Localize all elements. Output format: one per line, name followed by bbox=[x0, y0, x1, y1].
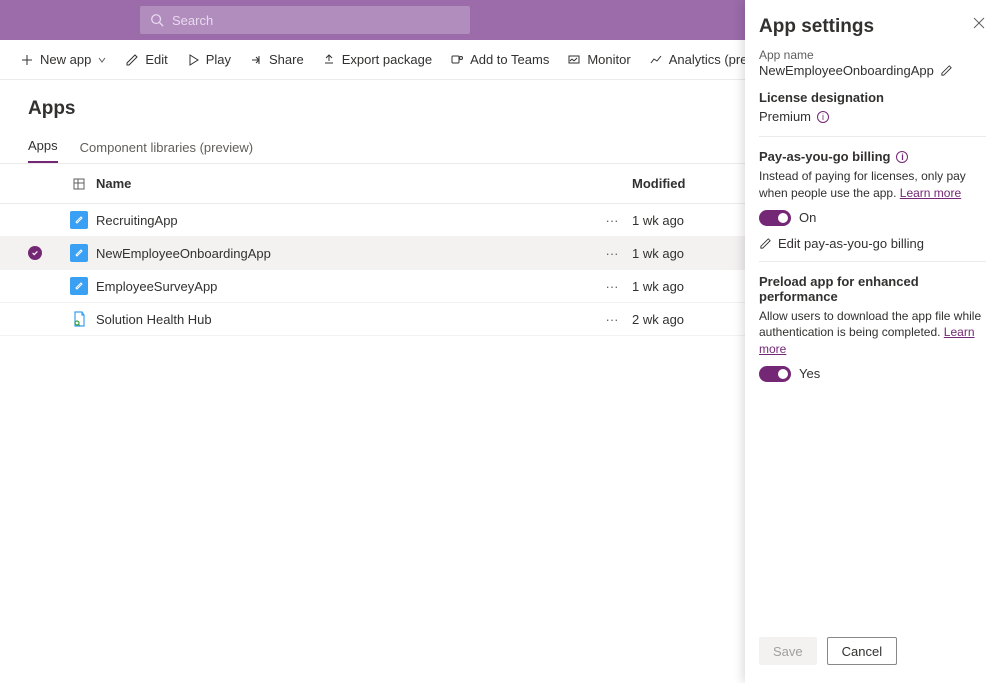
share-button[interactable]: Share bbox=[249, 52, 304, 67]
checkmark-icon bbox=[28, 246, 42, 260]
more-actions-button[interactable]: ··· bbox=[592, 312, 632, 327]
app-name-cell[interactable]: NewEmployeeOnboardingApp bbox=[96, 246, 592, 261]
edit-payg-link[interactable]: Edit pay-as-you-go billing bbox=[759, 236, 986, 251]
share-icon bbox=[249, 53, 263, 67]
app-name-cell[interactable]: Solution Health Hub bbox=[96, 312, 592, 327]
payg-toggle[interactable] bbox=[759, 210, 791, 226]
monitor-button[interactable]: Monitor bbox=[567, 52, 630, 67]
learn-more-link[interactable]: Learn more bbox=[900, 186, 961, 200]
app-settings-panel: App settings App name NewEmployeeOnboard… bbox=[745, 0, 1000, 683]
info-icon[interactable]: i bbox=[817, 111, 829, 123]
preload-title: Preload app for enhanced performance bbox=[759, 274, 986, 304]
app-name-cell[interactable]: RecruitingApp bbox=[96, 213, 592, 228]
tab-component-libraries[interactable]: Component libraries (preview) bbox=[80, 140, 253, 163]
add-to-teams-button[interactable]: Add to Teams bbox=[450, 52, 549, 67]
panel-title: App settings bbox=[759, 16, 874, 38]
search-box[interactable] bbox=[140, 6, 470, 34]
play-icon bbox=[186, 53, 200, 67]
model-app-icon bbox=[70, 310, 88, 328]
license-designation-label: License designation bbox=[759, 90, 986, 105]
column-name[interactable]: Name bbox=[96, 176, 592, 191]
play-button[interactable]: Play bbox=[186, 52, 231, 67]
license-designation-value: Premium bbox=[759, 109, 811, 124]
payg-description: Instead of paying for licenses, only pay… bbox=[759, 168, 986, 202]
preload-toggle-label: Yes bbox=[799, 366, 820, 381]
chevron-down-icon bbox=[97, 55, 107, 65]
export-icon bbox=[322, 53, 336, 67]
cancel-button[interactable]: Cancel bbox=[827, 637, 897, 665]
more-actions-button[interactable]: ··· bbox=[592, 279, 632, 294]
view-options-icon[interactable] bbox=[62, 177, 96, 191]
close-icon bbox=[972, 16, 986, 30]
close-button[interactable] bbox=[972, 16, 986, 33]
info-icon[interactable]: i bbox=[896, 151, 908, 163]
pencil-icon bbox=[125, 53, 139, 67]
app-name-label: App name bbox=[759, 48, 986, 62]
payg-toggle-label: On bbox=[799, 210, 816, 225]
search-icon bbox=[150, 13, 164, 27]
search-input[interactable] bbox=[172, 13, 460, 28]
payg-title: Pay-as-you-go billing bbox=[759, 149, 890, 164]
app-name-value: NewEmployeeOnboardingApp bbox=[759, 63, 934, 78]
app-name-cell[interactable]: EmployeeSurveyApp bbox=[96, 279, 592, 294]
monitor-icon bbox=[567, 53, 581, 67]
edit-button[interactable]: Edit bbox=[125, 52, 167, 67]
tab-apps[interactable]: Apps bbox=[28, 138, 58, 163]
more-actions-button[interactable]: ··· bbox=[592, 213, 632, 228]
plus-icon bbox=[20, 53, 34, 67]
canvas-app-icon bbox=[70, 244, 88, 262]
pencil-icon bbox=[759, 237, 772, 250]
new-app-button[interactable]: New app bbox=[20, 52, 107, 67]
canvas-app-icon bbox=[70, 277, 88, 295]
teams-icon bbox=[450, 53, 464, 67]
canvas-app-icon bbox=[70, 211, 88, 229]
save-button[interactable]: Save bbox=[759, 637, 817, 665]
analytics-icon bbox=[649, 53, 663, 67]
preload-toggle[interactable] bbox=[759, 366, 791, 382]
panel-footer: Save Cancel bbox=[745, 625, 1000, 683]
pencil-icon[interactable] bbox=[940, 64, 953, 77]
more-actions-button[interactable]: ··· bbox=[592, 246, 632, 261]
export-button[interactable]: Export package bbox=[322, 52, 432, 67]
preload-description: Allow users to download the app file whi… bbox=[759, 308, 986, 358]
